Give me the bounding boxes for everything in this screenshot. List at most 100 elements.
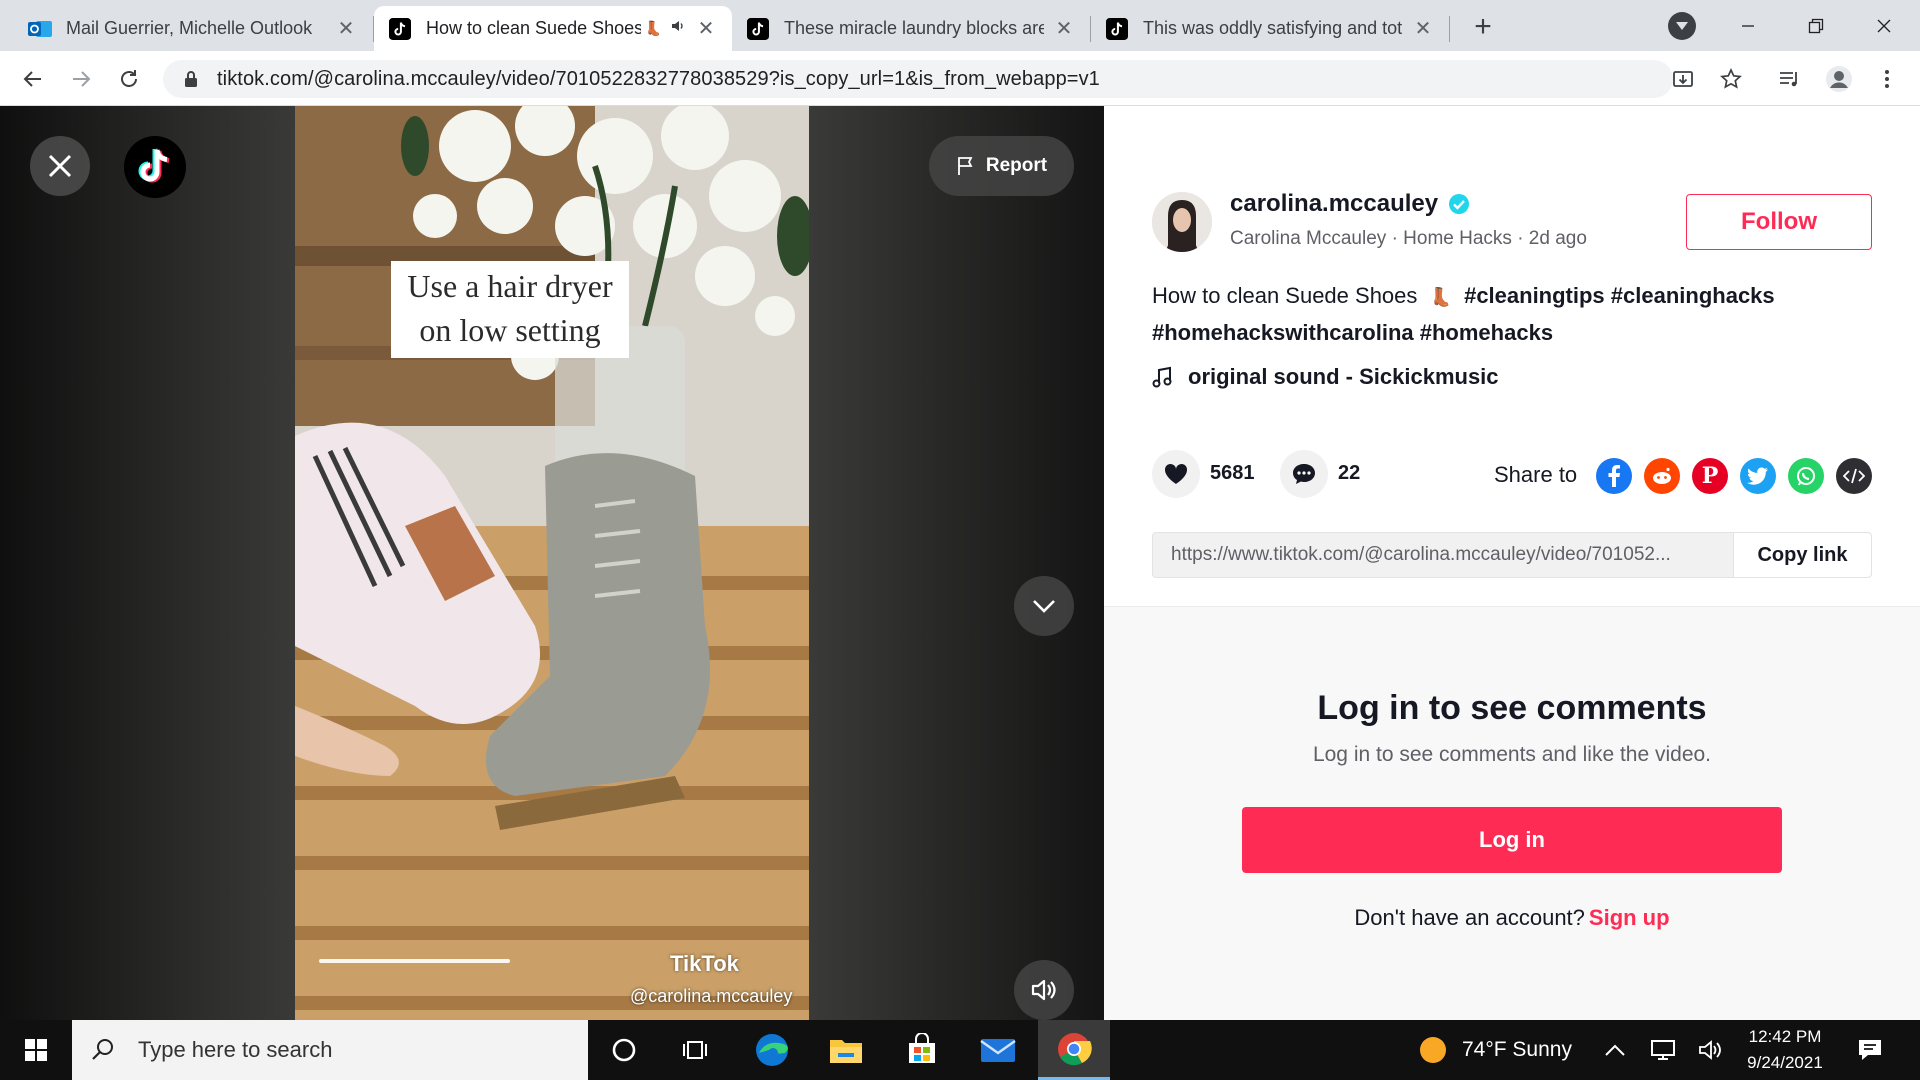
pinterest-icon[interactable]: P xyxy=(1692,458,1728,494)
video-caption-overlay: Use a hair dryer on low setting xyxy=(391,261,629,358)
video-frame-image xyxy=(295,106,809,1020)
author-username[interactable]: carolina.mccauley xyxy=(1230,190,1470,218)
taskbar-edge[interactable] xyxy=(736,1020,808,1080)
taskbar-store[interactable] xyxy=(886,1020,958,1080)
minimize-button[interactable] xyxy=(1718,8,1778,44)
install-app-icon[interactable] xyxy=(1668,64,1698,94)
video-description: How to clean Suede Shoes 👢 #cleaningtips… xyxy=(1152,278,1882,351)
heart-icon xyxy=(1164,463,1188,484)
back-button[interactable] xyxy=(16,62,50,96)
hashtags-line[interactable]: #homehackswithcarolina #homehacks xyxy=(1152,320,1553,345)
tiktok-watermark: TikTok xyxy=(670,951,739,976)
tab-title: Mail Guerrier, Michelle Outlook xyxy=(66,18,313,38)
twitter-icon[interactable] xyxy=(1740,458,1776,494)
taskbar-chrome[interactable] xyxy=(1038,1020,1110,1080)
profile-avatar-icon[interactable] xyxy=(1824,64,1854,94)
comments-login-subtitle: Log in to see comments and like the vide… xyxy=(1312,743,1712,766)
sun-icon xyxy=(1420,1037,1446,1063)
tiktok-logo[interactable] xyxy=(124,136,186,198)
volume-tray-icon[interactable] xyxy=(1698,1020,1724,1080)
store-bag-icon xyxy=(909,1033,935,1063)
address-url[interactable]: tiktok.com/@carolina.mccauley/video/7010… xyxy=(217,68,1100,91)
show-hidden-icons[interactable] xyxy=(1604,1020,1626,1080)
comments-section: Log in to see comments Log in to see com… xyxy=(1104,606,1920,1020)
comment-count: 22 xyxy=(1338,462,1361,484)
tab-oddly-satisfying[interactable]: This was oddly satisfying and tot ✕ xyxy=(1091,6,1449,51)
address-bar[interactable]: tiktok.com/@carolina.mccauley/video/7010… xyxy=(163,60,1673,98)
author-avatar[interactable] xyxy=(1152,192,1212,252)
close-video-button[interactable] xyxy=(30,136,90,196)
bookmark-star-icon[interactable] xyxy=(1716,64,1746,94)
follow-button[interactable]: Follow xyxy=(1686,194,1872,250)
reddit-icon[interactable] xyxy=(1644,458,1680,494)
sound-link[interactable]: original sound - Sickickmusic xyxy=(1152,364,1499,390)
boot-emoji-icon: 👢 xyxy=(1429,287,1452,307)
weather-text[interactable]: 74°F Sunny xyxy=(1462,1038,1572,1062)
embed-icon[interactable] xyxy=(1836,458,1872,494)
taskbar-mail[interactable] xyxy=(962,1020,1034,1080)
tiktok-icon xyxy=(388,17,412,41)
video-link-text[interactable]: https://www.tiktok.com/@carolina.mccaule… xyxy=(1153,533,1733,577)
taskbar-search-box[interactable]: Type here to search xyxy=(72,1020,588,1080)
tab-suede-shoes[interactable]: How to clean Suede Shoes 👢 ✕ xyxy=(374,6,732,51)
task-view-icon xyxy=(683,1041,707,1059)
music-note-icon xyxy=(1152,366,1172,388)
tab-outlook-mail[interactable]: Mail Guerrier, Michelle Outlook ✕ xyxy=(14,6,372,51)
task-view-button[interactable] xyxy=(660,1020,732,1080)
search-icon xyxy=(92,1039,113,1060)
weather-widget[interactable]: 74°F Sunny xyxy=(1418,1020,1572,1080)
close-tab-icon[interactable]: ✕ xyxy=(1052,17,1076,41)
report-button[interactable]: Report xyxy=(929,136,1074,196)
action-center-icon[interactable] xyxy=(1856,1020,1884,1080)
chevron-down-icon xyxy=(1033,600,1055,613)
tiktok-icon xyxy=(746,17,770,41)
next-video-button[interactable] xyxy=(1014,576,1074,636)
share-label: Share to xyxy=(1494,462,1578,487)
login-button[interactable]: Log in xyxy=(1242,807,1782,873)
cortana-circle-icon xyxy=(612,1038,636,1062)
sound-label[interactable]: original sound - Sickickmusic xyxy=(1188,364,1499,390)
reload-button[interactable] xyxy=(112,62,146,96)
forward-button[interactable] xyxy=(64,62,98,96)
comment-icon xyxy=(1293,464,1315,484)
hashtags-line[interactable]: #cleaningtips #cleaninghacks xyxy=(1464,283,1775,308)
taskbar-file-explorer[interactable] xyxy=(810,1020,882,1080)
username-text[interactable]: carolina.mccauley xyxy=(1230,190,1438,218)
speaker-icon[interactable] xyxy=(670,18,686,39)
video-progress-bar[interactable] xyxy=(319,959,510,963)
browser-toolbar: tiktok.com/@carolina.mccauley/video/7010… xyxy=(0,51,1920,106)
tab-laundry-blocks[interactable]: These miracle laundry blocks are ✕ xyxy=(732,6,1090,51)
restore-button[interactable] xyxy=(1786,8,1846,44)
whatsapp-icon[interactable] xyxy=(1788,458,1824,494)
tab-search-icon[interactable] xyxy=(1668,12,1696,40)
comment-button[interactable] xyxy=(1280,450,1328,498)
close-window-button[interactable] xyxy=(1854,8,1914,44)
start-button[interactable] xyxy=(0,1020,72,1080)
reading-list-icon[interactable] xyxy=(1774,64,1804,94)
comments-login-title: Log in to see comments xyxy=(1317,689,1707,727)
signup-link[interactable]: Sign up xyxy=(1589,905,1670,930)
close-tab-icon[interactable]: ✕ xyxy=(694,17,718,41)
new-tab-button[interactable]: + xyxy=(1466,10,1500,44)
description-text: How to clean Suede Shoes xyxy=(1152,283,1418,308)
watermark-handle: @carolina.mccauley xyxy=(630,986,793,1006)
close-tab-icon[interactable]: ✕ xyxy=(334,17,358,41)
volume-button[interactable] xyxy=(1014,960,1074,1020)
close-tab-icon[interactable]: ✕ xyxy=(1411,17,1435,41)
tiktok-icon xyxy=(1105,17,1129,41)
search-placeholder[interactable]: Type here to search xyxy=(138,1037,332,1063)
chrome-icon xyxy=(1058,1032,1092,1065)
copy-link-button[interactable]: Copy link xyxy=(1733,533,1871,577)
network-icon[interactable] xyxy=(1650,1020,1676,1080)
taskbar-clock[interactable]: 12:42 PM 9/24/2021 xyxy=(1730,1024,1840,1076)
boot-emoji-icon: 👢 xyxy=(644,20,662,36)
facebook-icon[interactable] xyxy=(1596,458,1632,494)
cortana-button[interactable] xyxy=(588,1020,660,1080)
video-player[interactable]: Use a hair dryer on low setting TikTok @… xyxy=(295,106,809,1020)
windows-logo-icon xyxy=(25,1039,47,1061)
lock-icon[interactable] xyxy=(179,70,203,88)
menu-kebab-icon[interactable] xyxy=(1872,64,1902,94)
like-button[interactable] xyxy=(1152,450,1200,498)
signup-prompt: Don't have an account? Sign up xyxy=(1104,905,1920,931)
video-viewer: Use a hair dryer on low setting TikTok @… xyxy=(0,106,1104,1020)
